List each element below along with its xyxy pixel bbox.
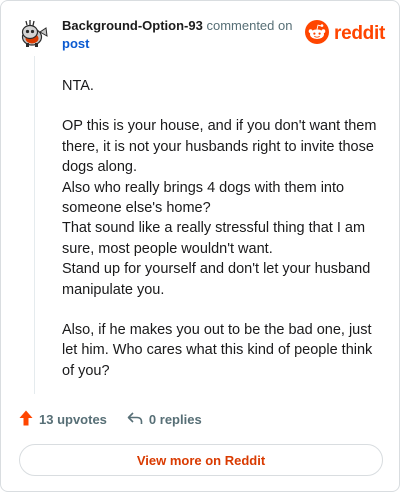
reply-count: 0 replies: [148, 411, 202, 427]
replies-button[interactable]: 0 replies: [127, 411, 202, 428]
view-more-button[interactable]: View more on Reddit: [19, 444, 383, 476]
comment-paragraph: Also, if he makes you out to be the bad …: [62, 322, 373, 379]
reddit-logo-icon: [305, 19, 330, 49]
reddit-brand[interactable]: reddit: [305, 19, 385, 49]
reply-arrow-icon: [127, 411, 143, 428]
comment-header: Background-Option-93 commented on post: [62, 17, 302, 53]
post-link[interactable]: post: [62, 35, 302, 53]
upvote-count: 13 upvotes: [39, 411, 107, 427]
commented-on-text: commented on: [206, 18, 293, 33]
comment-paragraph: OP this is your house, and if you don't …: [62, 118, 377, 298]
user-avatar-icon[interactable]: [17, 16, 51, 50]
upvote-button[interactable]: 13 upvotes: [19, 410, 107, 429]
thread-line: [34, 56, 35, 394]
comment-paragraph: NTA.: [62, 78, 94, 94]
comment-embed-card: Background-Option-93 commented on post r…: [0, 0, 400, 492]
reddit-wordmark: reddit: [334, 23, 385, 44]
comment-actions: 13 upvotes 0 replies: [19, 409, 202, 429]
username-link[interactable]: Background-Option-93: [62, 18, 203, 33]
upvote-arrow-icon: [19, 410, 33, 429]
comment-body: NTA. OP this is your house, and if you d…: [62, 76, 386, 401]
